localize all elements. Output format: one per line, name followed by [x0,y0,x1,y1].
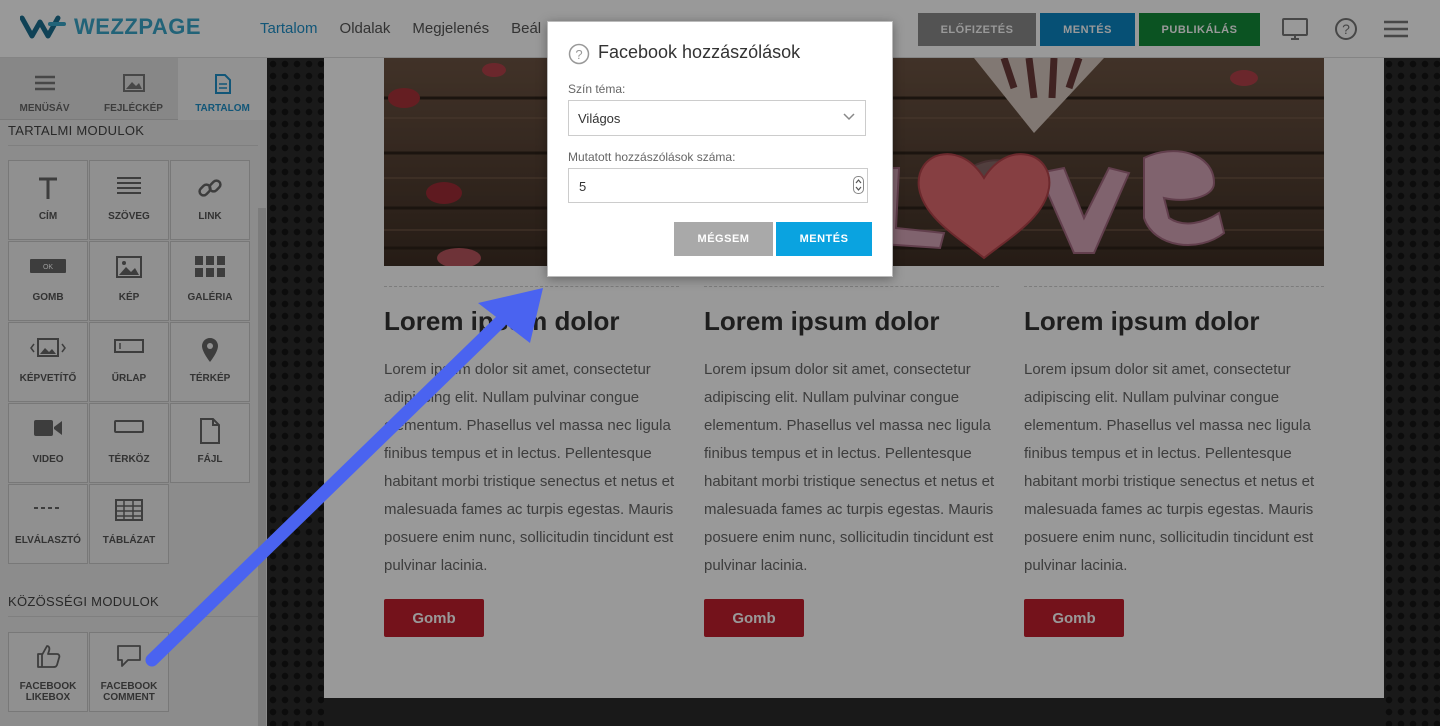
stepper-arrows-icon [855,179,862,191]
cancel-button[interactable]: MÉGSEM [674,222,773,256]
theme-label: Szín téma: [568,82,626,96]
theme-select-value: Világos [578,111,621,126]
facebook-comments-dialog: ? Facebook hozzászólások Szín téma: Vilá… [547,21,893,277]
dialog-save-button[interactable]: MENTÉS [776,222,872,256]
comment-count-value: 5 [579,179,587,194]
count-label: Mutatott hozzászólások száma: [568,150,736,164]
theme-select[interactable]: Világos [568,100,866,136]
number-stepper[interactable] [853,176,864,194]
help-icon[interactable]: ? [568,43,590,65]
chevron-down-icon [843,113,855,121]
dialog-title: Facebook hozzászólások [598,42,801,62]
comment-count-input[interactable]: 5 [568,168,868,203]
svg-text:?: ? [575,47,582,62]
